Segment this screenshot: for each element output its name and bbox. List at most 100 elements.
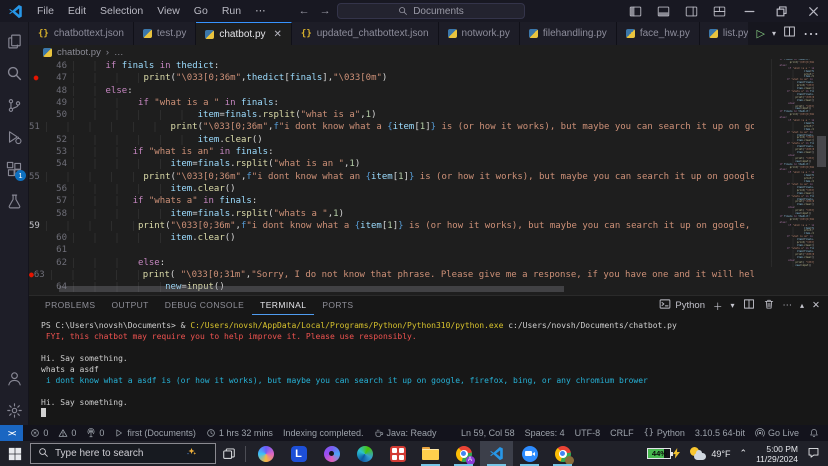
breakpoint-dot[interactable]: ● [29,72,43,84]
menu-edit[interactable]: Edit [61,2,93,20]
split-terminal-icon[interactable] [743,298,755,313]
menu-go[interactable]: Go [187,2,215,20]
close-panel-icon[interactable]: ✕ [812,300,820,311]
taskbar-app-vscode[interactable] [480,441,513,466]
run-python-file-button[interactable]: ▷ [757,27,765,40]
breakpoint-gutter[interactable] [29,195,43,207]
status-notifications[interactable] [804,425,824,441]
breakpoint-gutter[interactable] [29,158,43,170]
code-line-60[interactable]: 60 item.clear() [29,232,754,244]
minimize-button[interactable] [734,0,764,22]
code-editor[interactable]: 46 if finals in thedict:●47 print("\033[… [29,59,828,295]
menu-view[interactable]: View [150,2,187,20]
breakpoint-gutter[interactable] [29,232,43,244]
code-line-49[interactable]: 49 if "what is a " in finals: [29,97,754,109]
toggle-panel-icon[interactable] [650,0,676,22]
panel-more-actions-icon[interactable]: ⋯ [783,300,793,311]
code-line-53[interactable]: 53 if "what is an" in finals: [29,146,754,158]
terminal-shell-selector[interactable]: Python [659,298,705,313]
vertical-scrollbar[interactable] [817,136,826,167]
run-dropdown-icon[interactable]: ▾ [772,29,776,38]
breadcrumb[interactable]: chatbot.py › … [29,45,828,59]
activity-files-icon[interactable] [0,26,28,56]
editor-more-actions-icon[interactable]: ⋯ [803,24,819,44]
breakpoint-gutter[interactable] [29,146,43,158]
activity-scm-icon[interactable] [0,90,28,120]
code-line-59[interactable]: 59 print("\033[0;36m",f"i dont know what… [29,220,754,232]
tab-face-hw-py[interactable]: face_hw.py [617,22,700,45]
activity-account-icon[interactable] [0,363,28,393]
taskbar-app-chrome-b[interactable] [546,441,579,466]
panel-tab-terminal[interactable]: TERMINAL [252,296,314,315]
panel-tab-output[interactable]: OUTPUT [103,296,156,315]
tab-list-py[interactable]: list.py [700,22,748,45]
terminal-dropdown-icon[interactable]: ▾ [731,301,735,310]
breakpoint-gutter[interactable] [29,85,43,97]
breakpoint-gutter[interactable] [29,109,43,121]
command-center-search[interactable]: Documents [337,3,525,19]
weather-widget[interactable]: 49°F [689,447,730,460]
activity-ext-icon[interactable]: 1 [0,154,28,184]
taskbar-app-chrome-a[interactable]: A [447,441,480,466]
activity-beaker-icon[interactable] [0,186,28,216]
taskbar-app-edge[interactable] [348,441,381,466]
task-view-button[interactable] [216,441,242,466]
panel-tab-ports[interactable]: PORTS [314,296,361,315]
activity-debug-icon[interactable] [0,122,28,152]
status-encoding[interactable]: UTF-8 [570,425,606,441]
taskbar-search-input[interactable]: Type here to search [30,443,216,464]
new-terminal-icon[interactable]: ＋ [713,299,723,313]
panel-tab-debug-console[interactable]: DEBUG CONSOLE [157,296,252,315]
code-line-63[interactable]: ●63 print( "\033[0;31m","Sorry, I do not… [29,269,754,281]
menu-file[interactable]: File [30,2,61,20]
restore-button[interactable] [766,0,796,22]
start-button[interactable] [0,441,30,466]
breakpoint-gutter[interactable] [29,183,43,195]
split-editor-icon[interactable] [783,25,796,43]
status-cursor-position[interactable]: Ln 59, Col 58 [456,425,520,441]
tab-updated-chatbottext-json[interactable]: {}updated_chatbottext.json [292,22,439,45]
code-line-56[interactable]: 56 item.clear() [29,183,754,195]
toggle-sidebar-icon[interactable] [622,0,648,22]
menu-item[interactable]: ⋯ [248,2,273,20]
close-button[interactable] [798,0,828,22]
notification-center-icon[interactable] [807,446,820,461]
breadcrumb-more[interactable]: … [114,47,124,58]
close-tab-icon[interactable]: ✕ [274,29,282,40]
taskbar-app-designer[interactable] [315,441,348,466]
minimap[interactable]: if finals in thedict: print("\033[0;36m"… [768,59,814,295]
tray-overflow-chevron[interactable]: ⌃ [740,448,748,459]
code-line-57[interactable]: 57 if "whats a" in finals: [29,195,754,207]
status-ports[interactable]: 0 [81,425,109,441]
status-indexing[interactable]: Indexing completed. [278,425,369,441]
tab-notwork-py[interactable]: notwork.py [439,22,520,45]
vscode-logo-icon[interactable] [8,4,23,19]
terminal-output[interactable]: PS C:\Users\novsh\Documents> & C:/Users/… [29,315,828,425]
activity-search-icon[interactable] [0,58,28,88]
breakpoint-gutter[interactable] [29,257,43,269]
taskbar-app-l-app[interactable]: L [282,441,315,466]
code-line-55[interactable]: 55 print("\033[0;36m",f"i dont know what… [29,171,754,183]
breakpoint-gutter[interactable] [29,208,43,220]
battery-indicator[interactable]: 44% [647,448,680,459]
panel-tab-problems[interactable]: PROBLEMS [37,296,103,315]
menu-run[interactable]: Run [215,2,248,20]
forward-arrow-icon[interactable]: → [320,5,331,17]
breakpoint-gutter[interactable] [29,244,43,256]
kill-terminal-icon[interactable] [763,298,775,313]
code-line-46[interactable]: 46 if finals in thedict: [29,60,754,72]
taskbar-app-explorer[interactable] [414,441,447,466]
status-go-live[interactable]: Go Live [750,425,804,441]
code-line-48[interactable]: 48 else: [29,85,754,97]
customize-layout-icon[interactable] [706,0,732,22]
breakpoint-gutter[interactable] [29,60,43,72]
status-python-version[interactable]: 3.10.5 64-bit [690,425,750,441]
activity-gear-icon[interactable] [0,395,28,425]
taskbar-app-copilot[interactable] [249,441,282,466]
tab-chatbottext-json[interactable]: {}chatbottext.json [29,22,134,45]
breakpoint-gutter[interactable] [29,97,43,109]
status-java-status[interactable]: Java: Ready [369,425,442,441]
breakpoint-gutter[interactable] [29,281,43,293]
breakpoint-gutter[interactable] [29,134,43,146]
taskbar-clock[interactable]: 5:00 PM 11/29/2024 [756,444,798,464]
